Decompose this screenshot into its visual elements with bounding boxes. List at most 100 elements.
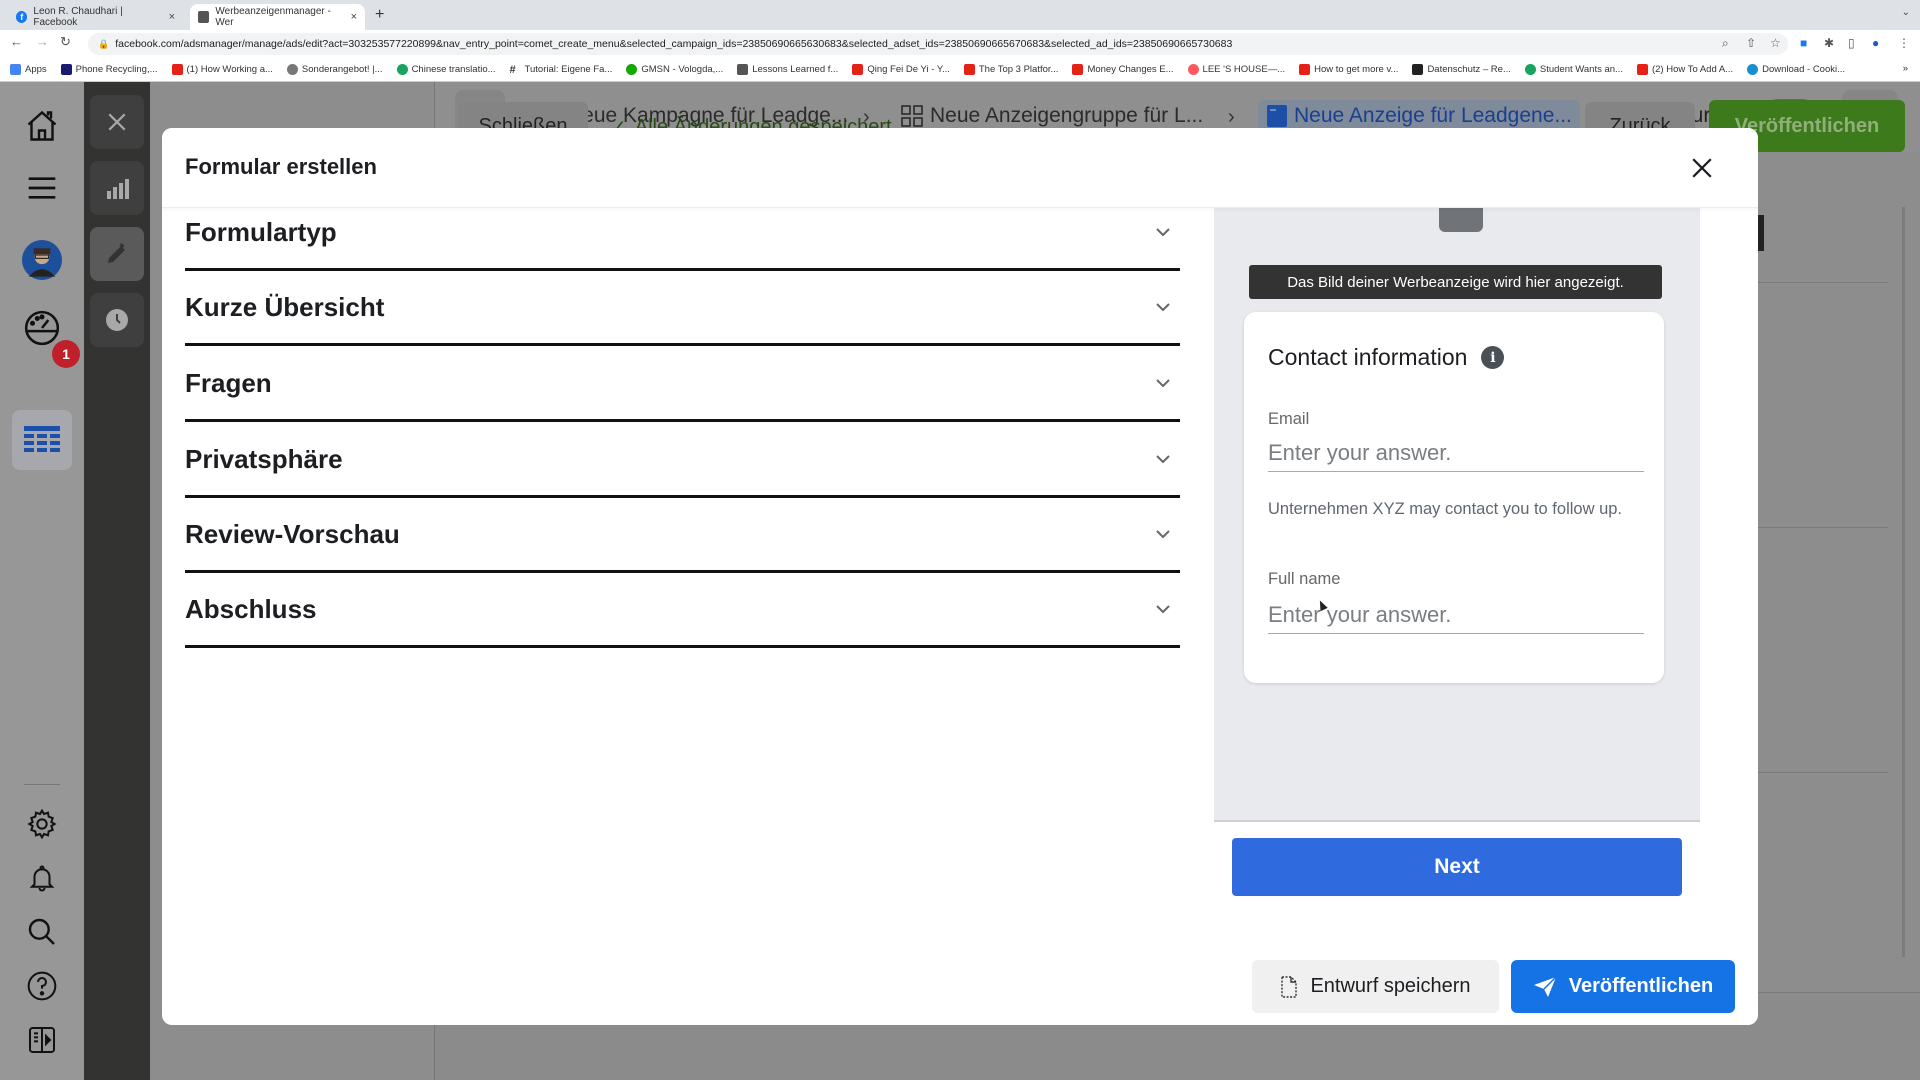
- help-icon[interactable]: [22, 966, 62, 1006]
- forward-arrow-icon[interactable]: →: [36, 34, 49, 49]
- close-tab-icon[interactable]: ×: [351, 11, 357, 23]
- save-draft-button[interactable]: Entwurf speichern: [1252, 960, 1499, 1013]
- notifications-bell-icon[interactable]: [22, 858, 62, 898]
- ads-table-icon[interactable]: [12, 410, 72, 470]
- background-scroll-thumb: [1758, 215, 1764, 251]
- apps-grid-icon: [10, 64, 21, 75]
- close-modal-button[interactable]: [1684, 150, 1720, 186]
- tab-title: Werbeanzeigenmanager - Wer: [215, 6, 331, 28]
- lock-icon: 🔒: [98, 38, 110, 49]
- reload-icon[interactable]: ↻: [60, 34, 71, 50]
- extensions-puzzle-icon[interactable]: ✱: [1824, 36, 1834, 50]
- publish-button[interactable]: Veröffentlichen: [1511, 960, 1735, 1013]
- background-panel: [1800, 207, 1905, 957]
- editor-toolstrip: [84, 82, 150, 1080]
- hashtag-icon: #: [509, 64, 516, 76]
- facebook-extension-icon[interactable]: ■: [1800, 36, 1807, 50]
- breadcrumb-adset[interactable]: Neue Anzeigengruppe für L...: [900, 104, 1203, 128]
- section-label: Kurze Übersicht: [185, 291, 385, 322]
- email-field[interactable]: [1268, 434, 1644, 472]
- ads-manager-icon: [198, 11, 210, 23]
- chevron-down-icon: [1152, 448, 1174, 470]
- bookmark-item[interactable]: (1) How Working a...: [171, 64, 273, 75]
- sidepanel-icon[interactable]: ▯: [1848, 36, 1855, 50]
- section-label: Abschluss: [185, 593, 317, 624]
- home-icon[interactable]: [22, 106, 62, 146]
- dashboard-gauge-icon[interactable]: [22, 308, 62, 348]
- share-icon[interactable]: ⇧: [1746, 36, 1756, 50]
- bookmark-item[interactable]: Datenschutz – Re...: [1412, 64, 1511, 75]
- section-review-preview[interactable]: Review-Vorschau: [185, 498, 1180, 573]
- address-bar[interactable]: 🔒 facebook.com/adsmanager/manage/ads/edi…: [88, 33, 1788, 55]
- search-icon[interactable]: [22, 912, 62, 952]
- site-icon: [1524, 64, 1536, 75]
- section-privacy[interactable]: Privatsphäre: [185, 423, 1180, 498]
- profile-avatar-icon[interactable]: ●: [1872, 36, 1879, 50]
- bookmark-item[interactable]: Apps: [10, 64, 47, 75]
- browser-toolbar: ← → ↻ 🔒 facebook.com/adsmanager/manage/a…: [0, 30, 1920, 58]
- section-overview[interactable]: Kurze Übersicht: [185, 271, 1180, 346]
- form-preview-panel: Das Bild deiner Werbeanzeige wird hier a…: [1214, 208, 1700, 822]
- draft-document-icon: [1281, 975, 1298, 998]
- browser-menu-icon[interactable]: ⋮: [1898, 36, 1910, 50]
- bookmark-item[interactable]: LEE 'S HOUSE—...: [1187, 64, 1285, 75]
- bookmark-label: Qing Fei De Yi - Y...: [867, 64, 950, 75]
- site-icon: [1747, 64, 1759, 75]
- close-editor-button[interactable]: [90, 95, 144, 149]
- section-label: Review-Vorschau: [185, 518, 400, 549]
- bookmark-star-icon[interactable]: ☆: [1770, 36, 1781, 50]
- bookmark-item[interactable]: Student Wants an...: [1524, 64, 1623, 75]
- publish-label: Veröffentlichen: [1568, 975, 1714, 997]
- section-label: Privatsphäre: [185, 443, 343, 474]
- airbnb-icon: [1187, 64, 1199, 75]
- close-tab-icon[interactable]: ×: [169, 11, 175, 23]
- history-clock-icon[interactable]: [90, 293, 144, 347]
- contact-info-card: Contact information i Email Unternehmen …: [1244, 312, 1664, 683]
- browser-tab-facebook[interactable]: f Leon R. Chaudhari | Facebook ×: [8, 4, 183, 30]
- section-label: Formulartyp: [185, 216, 337, 247]
- bookmark-item[interactable]: The Top 3 Platfor...: [963, 64, 1058, 75]
- bookmarks-overflow-button[interactable]: »: [1903, 63, 1908, 74]
- upwork-icon: [626, 64, 638, 75]
- bookmark-item[interactable]: Money Changes E...: [1072, 64, 1174, 75]
- tab-search-icon[interactable]: ⌄: [1902, 7, 1910, 18]
- bookmark-item[interactable]: # Tutorial: Eigene Fa...: [509, 64, 613, 76]
- back-arrow-icon[interactable]: ←: [10, 34, 23, 49]
- bookmark-item[interactable]: GMSN - Vologda,...: [626, 64, 723, 75]
- bookmark-item[interactable]: Download - Cooki...: [1747, 64, 1845, 75]
- bookmark-item[interactable]: Chinese translatio...: [396, 64, 496, 75]
- new-tab-button[interactable]: +: [375, 6, 384, 24]
- performance-chart-icon[interactable]: [90, 161, 144, 215]
- browser-tab-bar: f Leon R. Chaudhari | Facebook × Werbean…: [0, 0, 1920, 30]
- chevron-down-icon: [1152, 598, 1174, 620]
- section-questions[interactable]: Fragen: [185, 347, 1180, 422]
- bookmarks-bar: Apps Phone Recycling,... (1) How Working…: [0, 58, 1920, 82]
- toggle-sidebar-icon[interactable]: [22, 1020, 62, 1060]
- bookmark-label: Download - Cooki...: [1762, 64, 1846, 75]
- bookmark-item[interactable]: Sonderangebot! |...: [286, 64, 383, 75]
- bookmark-item[interactable]: Qing Fei De Yi - Y...: [852, 64, 950, 75]
- youtube-icon: [1299, 64, 1311, 75]
- bookmark-item[interactable]: (2) How To Add A...: [1636, 64, 1733, 75]
- grid-icon: [901, 105, 923, 127]
- avatar[interactable]: [22, 240, 62, 280]
- create-form-modal: Formular erstellen Formulartyp Kurze Übe…: [162, 128, 1758, 1025]
- bookmark-item[interactable]: How to get more v...: [1299, 64, 1398, 75]
- menu-icon[interactable]: [22, 168, 62, 208]
- settings-gear-icon[interactable]: [22, 804, 62, 844]
- image-caption: Das Bild deiner Werbeanzeige wird hier a…: [1249, 265, 1662, 299]
- edit-pencil-icon[interactable]: [90, 227, 144, 281]
- send-paper-plane-icon: [1533, 975, 1557, 997]
- info-icon[interactable]: i: [1481, 346, 1505, 369]
- next-button[interactable]: Next: [1232, 838, 1682, 896]
- breadcrumb-separator-icon: ›: [1228, 106, 1235, 128]
- background-divider: [1758, 527, 1888, 528]
- zoom-icon[interactable]: ⌕: [1722, 36, 1729, 51]
- bookmark-label: (1) How Working a...: [186, 64, 273, 75]
- section-completion[interactable]: Abschluss: [185, 573, 1180, 648]
- browser-tab-ads-manager[interactable]: Werbeanzeigenmanager - Wer ×: [190, 4, 365, 30]
- bookmark-item[interactable]: Lessons Learned f...: [737, 64, 838, 75]
- youtube-icon: [1072, 64, 1084, 75]
- left-navigation: 1: [0, 82, 84, 1080]
- bookmark-item[interactable]: Phone Recycling,...: [60, 64, 158, 75]
